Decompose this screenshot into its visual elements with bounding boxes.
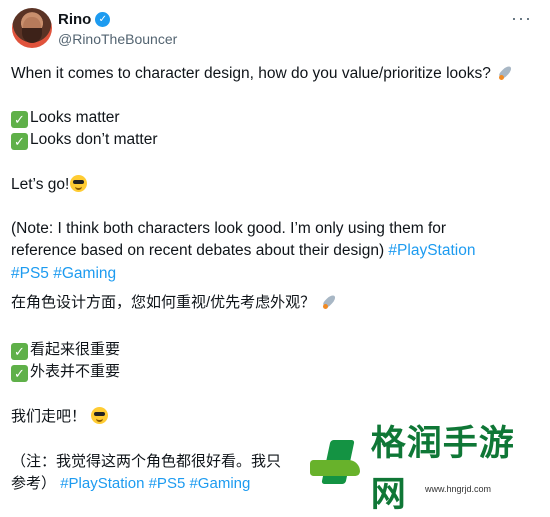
translated-line-5: （注：我觉得这两个角色都很好看。我只 [11,452,281,472]
sunglasses-emoji-icon [70,175,88,192]
tweet-text-5: (Note: I think both characters look good… [11,220,447,237]
tweet-line-7: #PS5 #Gaming [11,264,116,284]
translated-text-3: 外表并不重要 [30,363,121,380]
tweet-line-3: ✓ Looks don’t matter [11,130,158,150]
more-options-icon[interactable]: ··· [511,8,532,29]
hashtag-playstation[interactable]: #PlayStation [60,475,144,492]
hashtag-ps5[interactable]: #PS5 [149,475,186,492]
hashtag-gaming[interactable]: #Gaming [53,265,116,282]
translated-line-4: 我们走吧！ [11,407,109,427]
translated-line-1: 在角色设计方面，您如何重视/优先考虑外观？ [11,293,338,313]
translated-line-6: 参考） #PlayStation #PS5 #Gaming [11,474,250,494]
profile-name-row[interactable]: Rino ✓ [58,11,111,28]
watermark-url: www.hngrjd.com [425,484,492,494]
translated-text-4: 我们走吧！ [11,408,87,425]
check-mark-icon: ✓ [11,133,28,150]
profile-handle[interactable]: @RinoTheBouncer [58,31,177,47]
tweet-text-1: When it comes to character design, how d… [11,65,491,82]
translated-line-3: ✓ 外表并不重要 [11,362,120,382]
tweet-line-2: ✓ Looks matter [11,108,120,128]
tweet-text-4: Let’s go! [11,176,70,193]
hashtag-ps5[interactable]: #PS5 [11,265,49,282]
tweet-line-5: (Note: I think both characters look good… [11,219,446,239]
tweet-line-1: When it comes to character design, how d… [11,64,514,84]
tweet-line-4: Let’s go! [11,175,88,195]
tweet-line-6: reference based on recent debates about … [11,241,475,261]
sunglasses-emoji-icon [91,407,109,424]
tweet-text-6: reference based on recent debates about … [11,242,389,259]
check-mark-icon: ✓ [11,365,28,382]
translated-text-1: 在角色设计方面，您如何重视/优先考虑外观？ [11,294,316,311]
avatar[interactable] [12,8,52,48]
translated-text-6: 参考） [11,475,57,492]
translated-line-2: ✓ 看起来很重要 [11,340,120,360]
rocket-emoji-icon [497,64,514,81]
translated-text-5: （注：我觉得这两个角色都很好看。我只 [11,453,282,470]
verified-badge-icon: ✓ [95,12,111,27]
hashtag-gaming[interactable]: #Gaming [189,475,250,492]
rocket-emoji-icon [321,293,338,310]
tweet-text-2: Looks matter [30,109,120,126]
tweet-text-3: Looks don’t matter [30,131,158,148]
profile-name[interactable]: Rino [58,11,91,28]
hashtag-playstation[interactable]: #PlayStation [388,242,475,259]
check-mark-icon: ✓ [11,111,28,128]
check-mark-icon: ✓ [11,343,28,360]
watermark-logo-icon [306,440,366,492]
watermark-text: 格润手游网 [370,424,515,514]
avatar-beard [22,28,42,43]
translated-text-2: 看起来很重要 [30,341,121,358]
